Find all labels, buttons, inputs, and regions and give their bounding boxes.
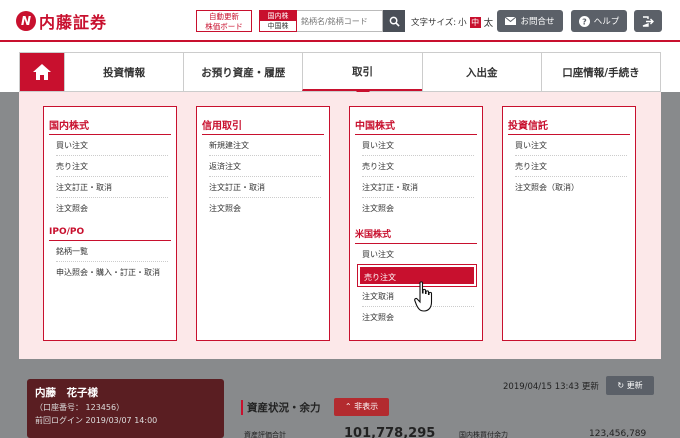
menu-item[interactable]: 注文訂正・取消 — [362, 177, 474, 198]
font-size-large[interactable]: 太 — [484, 15, 494, 29]
search-input[interactable] — [297, 10, 383, 32]
search-icon — [389, 16, 400, 27]
help-button[interactable]: ? ヘルプ — [571, 10, 627, 32]
svg-text:?: ? — [582, 17, 587, 26]
buying-power-value: 123,456,789 — [589, 429, 647, 438]
tab-label: 投資情報 — [103, 66, 146, 79]
tab-account-procedures[interactable]: 口座情報/手続き — [540, 53, 660, 91]
stock-search: 国内株 中国株 — [259, 10, 405, 32]
logout-icon — [642, 15, 654, 27]
font-size-label: 文字サイズ: — [411, 18, 457, 28]
account-name: 内藤 花子様 — [35, 387, 98, 399]
main-nav: 投資情報 お預り資産・履歴 取引 入出金 口座情報/手続き — [19, 52, 661, 98]
menu-item[interactable]: 注文照会（取消） — [515, 177, 627, 198]
auto-board-button[interactable]: 自動更新 株価ボード — [196, 10, 252, 32]
tab-deposit-withdrawal[interactable]: 入出金 — [421, 53, 541, 91]
tab-label: 取引 — [352, 65, 373, 78]
menu-item[interactable]: 新規建注文 — [209, 135, 321, 156]
header: N 内藤証券 自動更新 株価ボード 国内株 中国株 文字サイズ: 小 中 太 お… — [0, 0, 680, 42]
mail-icon — [505, 17, 517, 25]
auto-board-line1: 自動更新 — [209, 12, 239, 21]
menu-item[interactable]: 売り注文 — [56, 156, 168, 177]
contact-label: お問合せ — [520, 17, 555, 27]
menu-item[interactable]: 買い注文 — [515, 135, 627, 156]
account-number: （口座番号： 123456） — [35, 403, 125, 412]
menu-item[interactable]: 売り注文 — [515, 156, 627, 177]
home-icon — [33, 64, 51, 80]
total-assets-label: 資産評価合計 — [244, 431, 286, 438]
hide-label: 非表示 — [354, 402, 379, 411]
menu-item[interactable]: 返済注文 — [209, 156, 321, 177]
font-size-medium[interactable]: 中 — [469, 16, 481, 28]
tab-assets-history[interactable]: お預り資産・履歴 — [183, 53, 302, 91]
buying-power-label: 国内株買付余力 — [459, 431, 508, 438]
logout-button[interactable] — [634, 10, 662, 32]
menu-item[interactable]: 申込照会・購入・訂正・取消 — [56, 262, 168, 283]
tab-trading[interactable]: 取引 — [302, 53, 422, 98]
menu-item[interactable]: 買い注文 — [362, 135, 474, 156]
refresh-icon: ↻ — [617, 381, 627, 390]
font-size-control: 文字サイズ: 小 中 太 — [411, 15, 493, 29]
last-login: 前回ログイン 2019/03/07 14:00 — [35, 416, 158, 425]
question-icon: ? — [578, 15, 590, 27]
mouse-pointer-icon — [414, 281, 433, 312]
menu-heading-ipo[interactable]: IPO/PO — [49, 227, 171, 241]
tab-label: 入出金 — [465, 66, 498, 79]
market-domestic[interactable]: 国内株 — [260, 11, 296, 21]
account-card: 内藤 花子様 （口座番号： 123456） 前回ログイン 2019/03/07 … — [27, 379, 224, 438]
menu-item[interactable]: 注文照会 — [209, 198, 321, 219]
menu-col-domestic: 国内株式 買い注文 売り注文 注文訂正・取消 注文照会 IPO/PO 銘柄一覧 … — [43, 106, 177, 341]
menu-item[interactable]: 買い注文 — [362, 244, 474, 265]
menu-item[interactable]: 売り注文 — [362, 156, 474, 177]
tab-label: 口座情報/手続き — [562, 66, 640, 79]
hide-button[interactable]: ⌃ 非表示 — [334, 398, 389, 416]
logo-text: 内藤証券 — [39, 13, 108, 32]
logo-mark: N — [16, 11, 36, 31]
search-button[interactable] — [383, 10, 405, 32]
menu-heading-margin[interactable]: 信用取引 — [202, 107, 324, 135]
refresh-button[interactable]: ↻ 更新 — [606, 376, 654, 395]
menu-col-fund: 投資信託 買い注文 売り注文 注文照会（取消） — [502, 106, 636, 341]
menu-item[interactable]: 注文照会 — [56, 198, 168, 219]
menu-item[interactable]: 注文訂正・取消 — [56, 177, 168, 198]
trading-mega-menu: 国内株式 買い注文 売り注文 注文訂正・取消 注文照会 IPO/PO 銘柄一覧 … — [19, 92, 661, 359]
tab-investment-info[interactable]: 投資情報 — [64, 53, 183, 91]
refresh-label: 更新 — [626, 381, 643, 390]
market-china[interactable]: 中国株 — [260, 21, 296, 31]
updated-time: 2019/04/15 13:43 更新 — [503, 382, 599, 392]
menu-heading-domestic[interactable]: 国内株式 — [49, 107, 171, 135]
menu-item[interactable]: 注文照会 — [362, 198, 474, 219]
chevron-up-icon: ⌃ — [344, 402, 355, 411]
menu-item[interactable]: 注文訂正・取消 — [209, 177, 321, 198]
auto-board-line2: 株価ボード — [205, 21, 243, 31]
contact-button[interactable]: お問合せ — [497, 10, 563, 32]
menu-heading-fund[interactable]: 投資信託 — [508, 107, 630, 135]
help-label: ヘルプ — [593, 17, 620, 27]
menu-heading-china[interactable]: 中国株式 — [355, 107, 477, 135]
logo[interactable]: N 内藤証券 — [16, 9, 107, 33]
menu-item[interactable]: 買い注文 — [56, 135, 168, 156]
tab-label: お預り資産・履歴 — [201, 66, 286, 79]
font-size-small[interactable]: 小 — [458, 16, 467, 28]
market-selector[interactable]: 国内株 中国株 — [259, 10, 297, 32]
total-assets-value: 101,778,295 — [344, 426, 436, 438]
asset-section-title: 資産状況・余力 — [241, 400, 321, 415]
menu-col-margin: 信用取引 新規建注文 返済注文 注文訂正・取消 注文照会 — [196, 106, 330, 341]
menu-heading-us[interactable]: 米国株式 — [355, 227, 477, 244]
home-button[interactable] — [20, 53, 64, 91]
menu-item[interactable]: 銘柄一覧 — [56, 241, 168, 262]
